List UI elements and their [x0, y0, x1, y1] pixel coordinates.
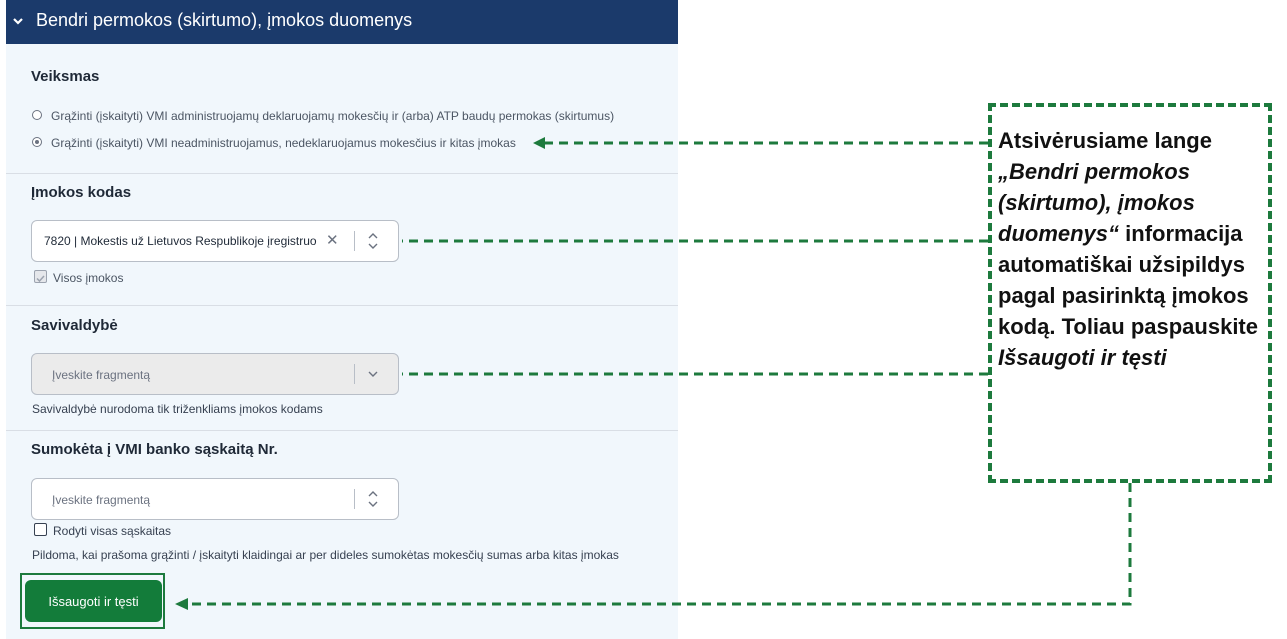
callout-text: Atsivėrusiame lange „Bendri permokos (sk…: [998, 125, 1264, 373]
arrow-to-save-button: [188, 483, 1132, 606]
callout-italic2: Išsaugoti ir tęsti: [998, 345, 1167, 370]
callout-line1: Atsivėrusiame lange: [998, 128, 1212, 153]
arrowhead: [533, 137, 545, 149]
instruction-callout: Atsivėrusiame lange „Bendri permokos (sk…: [988, 103, 1272, 483]
arrowhead: [175, 598, 188, 610]
